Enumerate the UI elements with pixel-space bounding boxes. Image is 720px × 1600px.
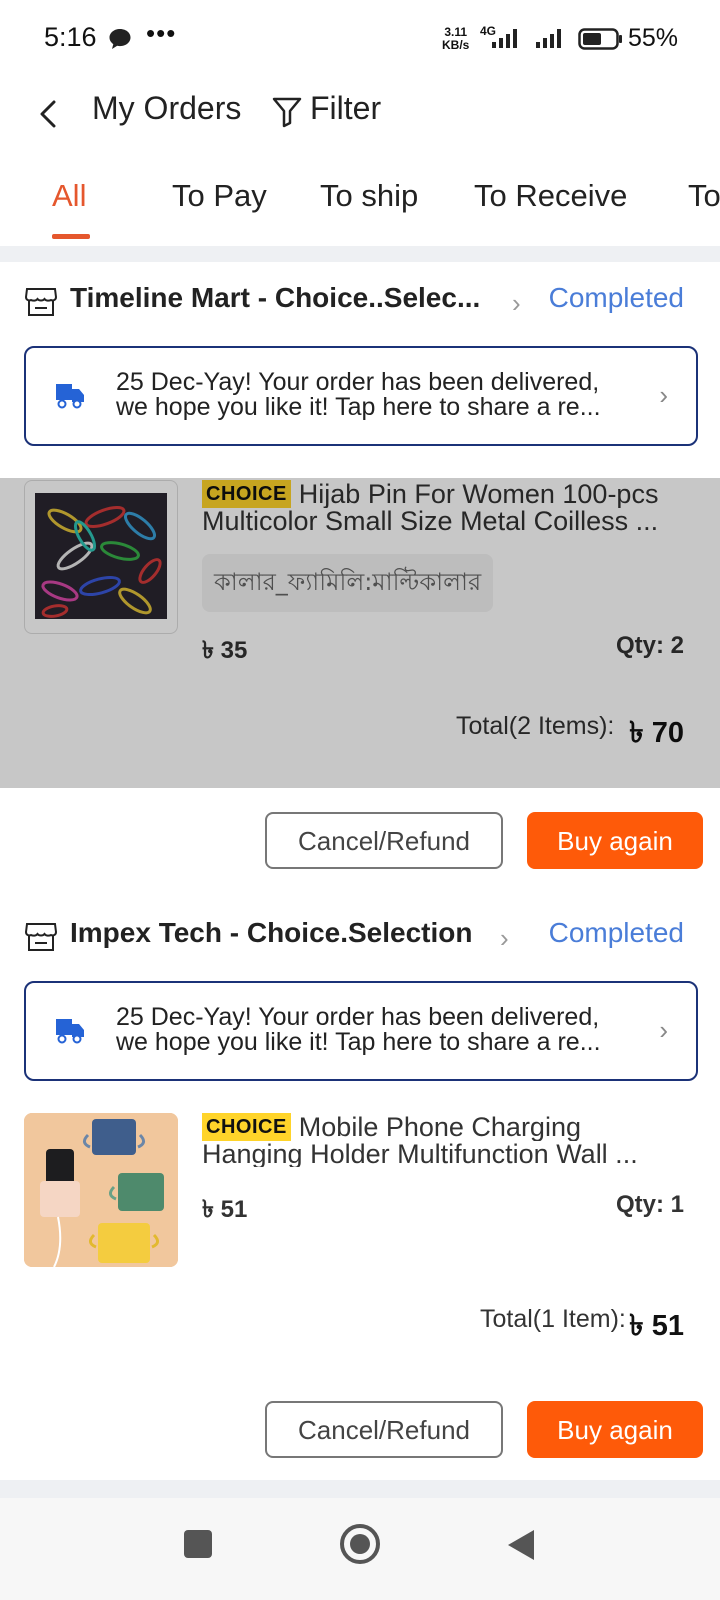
total-value: ৳ 70 <box>629 717 684 749</box>
delivery-message-line2: we hope you like it! Tap here to share a… <box>116 1030 601 1055</box>
product-image-phone-holder[interactable] <box>24 1113 178 1267</box>
product-item[interactable]: CHOICE Hijab Pin For Women 100-pcs Multic… <box>0 480 720 680</box>
chevron-right-icon: › <box>659 1015 668 1045</box>
store-name[interactable]: Impex Tech - Choice.Selection <box>70 917 472 949</box>
tab-to-ship[interactable]: To ship <box>320 178 418 214</box>
header: My Orders Filter <box>0 80 720 150</box>
back-arrow-icon[interactable] <box>30 94 70 134</box>
status-time: 5:16 <box>44 22 97 52</box>
order-total: Total(2 Items): ৳ 70 <box>0 694 720 764</box>
delivery-message: 25 Dec-Yay! Your order has been delivere… <box>116 370 636 420</box>
product-title-line2: Hanging Holder Multifunction Wall ... <box>202 1141 638 1167</box>
delivery-truck-icon <box>56 384 84 409</box>
store-row[interactable]: Timeline Mart - Choice..Selec... › Compl… <box>0 270 720 334</box>
delivery-message-line1: 25 Dec-Yay! Your order has been delivere… <box>116 1005 600 1030</box>
product-qty: Qty: 1 <box>615 1191 684 1218</box>
system-nav-bar <box>0 1498 720 1600</box>
store-row[interactable]: Impex Tech - Choice.Selection › Complete… <box>0 905 720 969</box>
status-bar: 5:16 ••• 3.11 KB/s 4G 55% <box>0 0 720 80</box>
tab-all[interactable]: All <box>52 178 86 214</box>
active-tab-indicator <box>52 234 90 239</box>
buy-again-button[interactable]: Buy again <box>527 1401 703 1458</box>
filter-button[interactable]: Filter <box>310 90 381 127</box>
delivery-notice[interactable]: 25 Dec-Yay! Your order has been delivere… <box>24 981 698 1081</box>
chevron-right-icon: › <box>512 288 521 318</box>
cancel-refund-button[interactable]: Cancel/Refund <box>265 1401 503 1458</box>
page-title: My Orders <box>92 90 242 126</box>
delivery-notice[interactable]: 25 Dec-Yay! Your order has been delivere… <box>24 346 698 446</box>
product-title-line1: Mobile Phone Charging <box>298 1113 581 1141</box>
order-card: Timeline Mart - Choice..Selec... › Compl… <box>0 270 720 870</box>
section-divider <box>0 246 720 262</box>
product-qty: Qty: 2 <box>615 632 684 659</box>
hijab-pins-image <box>35 493 167 619</box>
network-speed: 3.11 KB/s <box>442 26 469 52</box>
signal-icon <box>492 29 517 48</box>
cancel-refund-button[interactable]: Cancel/Refund <box>265 812 503 869</box>
order-status: Completed <box>548 917 684 948</box>
order-tabs: All To Pay To ship To Receive To <box>0 170 720 242</box>
filter-funnel-icon[interactable] <box>272 96 302 128</box>
delivery-message-line1: 25 Dec-Yay! Your order has been delivere… <box>116 370 600 395</box>
store-icon <box>24 923 58 951</box>
tab-to-review[interactable]: To <box>688 178 720 214</box>
nav-square-icon[interactable] <box>182 1528 214 1560</box>
chat-icon <box>109 29 131 49</box>
product-price: ৳ 35 <box>202 637 248 664</box>
order-total: Total(1 Item): ৳ 51 <box>0 1287 720 1357</box>
chevron-right-icon: › <box>500 923 509 953</box>
store-icon <box>24 288 58 316</box>
tab-to-receive[interactable]: To Receive <box>474 178 627 214</box>
chevron-right-icon: › <box>659 380 668 410</box>
buy-again-button[interactable]: Buy again <box>527 812 703 869</box>
nav-back-triangle-icon[interactable] <box>506 1528 536 1562</box>
total-value: ৳ 51 <box>629 1310 684 1342</box>
store-name[interactable]: Timeline Mart - Choice..Selec... <box>70 282 480 314</box>
choice-badge: CHOICE <box>202 480 291 508</box>
product-item[interactable]: CHOICE Mobile Phone Charging Hanging Hold… <box>0 1113 720 1273</box>
tab-to-pay[interactable]: To Pay <box>172 178 267 214</box>
nav-home-icon[interactable] <box>338 1522 382 1566</box>
product-image-hijab-pins[interactable] <box>24 480 178 634</box>
battery-percent: 55% <box>628 24 679 52</box>
battery-icon <box>578 28 622 50</box>
product-title-line1: Hijab Pin For Women 100-pcs <box>298 480 659 508</box>
signal-icon-2 <box>536 29 561 48</box>
total-label: Total(2 Items): <box>456 712 615 740</box>
order-status: Completed <box>548 282 684 313</box>
delivery-message-line2: we hope you like it! Tap here to share a… <box>116 395 601 420</box>
order-card: Impex Tech - Choice.Selection › Complete… <box>0 905 720 1465</box>
choice-badge: CHOICE <box>202 1113 291 1141</box>
section-divider <box>0 1480 720 1498</box>
product-price: ৳ 51 <box>202 1196 248 1223</box>
delivery-message: 25 Dec-Yay! Your order has been delivere… <box>116 1005 636 1055</box>
total-label: Total(1 Item): <box>480 1305 626 1333</box>
product-variant: কালার_ফ্যামিলি:মাল্টিকালার <box>202 554 494 612</box>
product-title[interactable]: CHOICE Mobile Phone Charging Hanging Hold… <box>202 1113 692 1167</box>
speed-unit: KB/s <box>442 38 470 52</box>
status-more-dots: ••• <box>146 18 177 48</box>
phone-holder-image <box>24 1113 178 1267</box>
delivery-truck-icon <box>56 1019 84 1044</box>
product-title[interactable]: CHOICE Hijab Pin For Women 100-pcs Multic… <box>202 480 692 534</box>
product-title-line2: Multicolor Small Size Metal Coilless ... <box>202 508 659 534</box>
